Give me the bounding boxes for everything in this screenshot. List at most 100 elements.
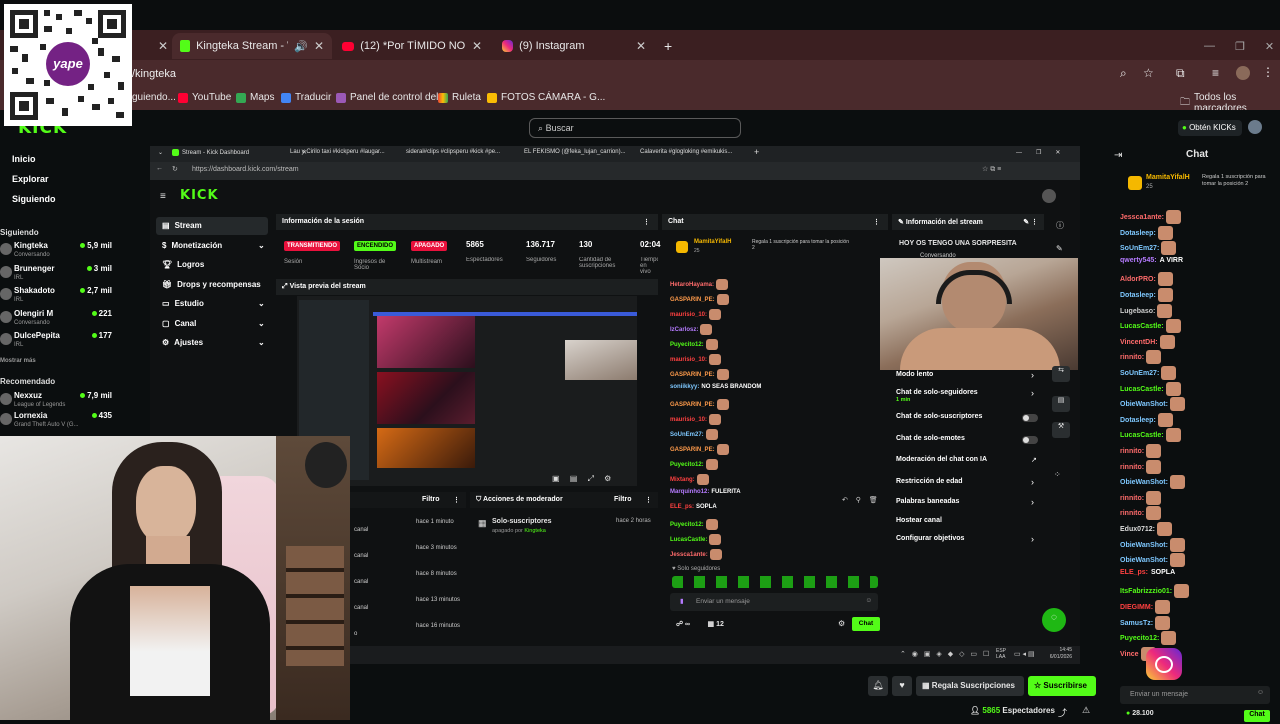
preview-controls[interactable]: ▣ ▤ ⤢ ⚙: [552, 474, 611, 484]
toggle-switch[interactable]: [1022, 414, 1038, 422]
nav-explorar[interactable]: Explorar: [12, 174, 49, 184]
chat-input[interactable]: Enviar un mensaje ☺: [1120, 686, 1270, 704]
chat-username[interactable]: Vince: [1120, 651, 1139, 658]
inner-tab-2[interactable]: Lau y Cirilo taxi #kickperu #laugar...: [290, 149, 385, 155]
chat-username[interactable]: qwerty545:: [1120, 257, 1157, 264]
maximize-icon[interactable]: ❐: [1235, 40, 1245, 53]
inner-window-controls[interactable]: — ❐ ✕: [1016, 149, 1060, 157]
zoom-icon[interactable]: ⌕: [1120, 66, 1127, 81]
chat-username[interactable]: Puyecito12:: [670, 342, 704, 348]
chat-username[interactable]: rinnito:: [1120, 510, 1144, 517]
chat-username[interactable]: ObieWanShot:: [1120, 401, 1168, 408]
chat-username[interactable]: Dotasleep:: [1120, 292, 1156, 299]
chat-username[interactable]: AldorPRO:: [1120, 276, 1156, 283]
tool-icon[interactable]: ⇆: [1052, 366, 1070, 382]
tab-youtube[interactable]: (12) *Por TÍMIDO NO KCHA ✕: [334, 33, 490, 59]
obtain-kicks-button[interactable]: ● Obtén KICKs: [1178, 120, 1242, 136]
dashboard-logo[interactable]: KICK: [180, 188, 219, 203]
inner-tab-3[interactable]: sideral#clips #clipsperu #kick #pe...: [406, 149, 500, 155]
bookmark-maps[interactable]: Maps: [236, 92, 274, 103]
edit-icon[interactable]: ✎: [1056, 244, 1063, 253]
chat-username[interactable]: ELE_ps:: [670, 504, 694, 510]
channel-item[interactable]: Nexxuz League of Legends 7,9 mil: [0, 391, 112, 413]
channel-item[interactable]: DulcePepita IRL 177: [0, 331, 112, 353]
chat-username[interactable]: GASPARIN_PE:: [670, 447, 715, 453]
chevron-right-icon[interactable]: ›: [1031, 497, 1034, 507]
inner-chat-send[interactable]: Chat: [852, 617, 880, 631]
chat-username[interactable]: ObieWanShot:: [1120, 479, 1168, 486]
channel-item[interactable]: Brunenger IRL 3 mil: [0, 264, 112, 286]
setting-4[interactable]: Moderación del chat con IA: [896, 456, 987, 463]
chat-username[interactable]: LucasCastle:: [670, 537, 707, 543]
inner-url[interactable]: https://dashboard.kick.com/stream: [192, 166, 299, 173]
chat-username[interactable]: GASPARIN_PE:: [670, 372, 715, 378]
info-icon[interactable]: ⓘ: [1056, 220, 1064, 231]
bookmark-ruleta[interactable]: Ruleta: [438, 92, 481, 103]
chat-username[interactable]: maurisio_10:: [670, 417, 707, 423]
user-avatar[interactable]: [1248, 120, 1262, 134]
chat-username[interactable]: LucasCastle:: [1120, 385, 1164, 392]
inner-chat-input[interactable]: Enviar un mensaje ▮ ☺: [670, 593, 878, 611]
chat-username[interactable]: SamusTz:: [1120, 619, 1153, 626]
share-icon[interactable]: ⤴: [1058, 706, 1067, 719]
chat-username[interactable]: LucasCastle:: [1120, 323, 1164, 330]
chat-username[interactable]: SoUnEm27:: [1120, 370, 1159, 377]
show-more-link[interactable]: Mostrar más: [0, 358, 36, 364]
external-link-icon[interactable]: ↗: [1031, 456, 1037, 464]
setting-5[interactable]: Restricción de edad: [896, 478, 963, 485]
chat-username[interactable]: rinnito:: [1120, 495, 1144, 502]
chat-username[interactable]: HetaroHayama:: [670, 282, 714, 288]
dashboard-menu-6[interactable]: ⚙ Ajustes ⌄: [162, 338, 265, 347]
stream-title[interactable]: HOY OS TENGO UNA SORPRESITA: [899, 240, 1017, 247]
chat-username[interactable]: ItsFabrizzzio01:: [1120, 588, 1172, 595]
message-actions[interactable]: ↶ ⚲ 🗑︎: [842, 496, 878, 504]
close-icon[interactable]: ✕: [314, 39, 324, 53]
tool-icon[interactable]: ⁘: [1054, 470, 1061, 479]
dashboard-menu-5[interactable]: ▢ Canal ⌄: [162, 319, 265, 328]
pinned-gift-banner[interactable]: MamitaYifalH 25 Regala 1 suscripción par…: [1128, 172, 1268, 198]
tab-instagram[interactable]: (9) Instagram ✕: [494, 33, 654, 59]
chat-username[interactable]: Puyecito12:: [670, 462, 704, 468]
chat-username[interactable]: LucasCastle:: [1120, 432, 1164, 439]
inner-tab-4[interactable]: EL FEKISMO (@feka_lujan_carrion)...: [524, 149, 626, 155]
bookmark-translate[interactable]: Traducir: [281, 92, 331, 103]
extensions-icon[interactable]: ⧉: [1176, 66, 1185, 81]
emote-bar[interactable]: [672, 576, 878, 588]
setting-8[interactable]: Configurar objetivos: [896, 535, 964, 542]
channel-item[interactable]: Olengiri M Conversando 221: [0, 309, 112, 331]
chat-username[interactable]: Jessca1ante:: [670, 552, 708, 558]
dashboard-menu-0[interactable]: ▤ Stream: [162, 221, 202, 230]
collapse-chat-icon[interactable]: ⇥: [1114, 150, 1122, 161]
heart-icon[interactable]: ♥: [892, 676, 912, 696]
inner-tab-5[interactable]: Calaverita #glogloking #emikukis...: [640, 149, 732, 155]
toggle-switch[interactable]: [1022, 436, 1038, 444]
chat-username[interactable]: Marquinho12:: [670, 489, 709, 495]
chat-username[interactable]: ObieWanShot:: [1120, 557, 1168, 564]
menu-kebab-icon[interactable]: ⋮: [1262, 65, 1274, 79]
chat-username[interactable]: soniikkyy:: [670, 384, 699, 390]
chevron-right-icon[interactable]: ›: [1031, 388, 1034, 398]
chat-username[interactable]: IzCarlosz:: [670, 327, 698, 333]
chat-username[interactable]: GASPARIN_PE:: [670, 402, 715, 408]
chevron-right-icon[interactable]: ›: [1031, 477, 1034, 487]
close-window-icon[interactable]: ✕: [1265, 40, 1274, 53]
dashboard-menu-4[interactable]: ▭ Estudio ⌄: [162, 299, 265, 308]
chat-username[interactable]: DIEGIMM:: [1120, 604, 1153, 611]
nav-inicio[interactable]: Inicio: [12, 154, 36, 164]
chat-username[interactable]: Jessca1ante:: [1120, 214, 1164, 221]
bookmark-following[interactable]: guiendo...: [132, 92, 176, 103]
chat-username[interactable]: Edux0712:: [1120, 526, 1155, 533]
bookmark-dashboard[interactable]: Panel de control del...: [336, 92, 447, 103]
address-bar[interactable]: /kingteka ⌕ ☆ ⧉ ≡ ⋮: [0, 60, 1280, 88]
inner-tab-dashboard[interactable]: Stream - Kick Dashboard ✕: [172, 149, 307, 156]
chat-username[interactable]: Mixtang:: [670, 477, 695, 483]
close-icon[interactable]: ✕: [472, 39, 482, 53]
inner-pinned-gift[interactable]: MamitaYifalH 25 Regala 1 suscripción par…: [676, 238, 876, 260]
chevron-right-icon[interactable]: ›: [1031, 370, 1034, 380]
dashboard-avatar[interactable]: [1042, 189, 1056, 203]
star-icon[interactable]: ☆: [1143, 66, 1154, 80]
chat-username[interactable]: ELE_ps:: [1120, 569, 1148, 576]
chat-username[interactable]: Lugebaso:: [1120, 307, 1155, 314]
tool-icon[interactable]: ▤: [1052, 396, 1070, 412]
chat-username[interactable]: VincentDH:: [1120, 339, 1158, 346]
